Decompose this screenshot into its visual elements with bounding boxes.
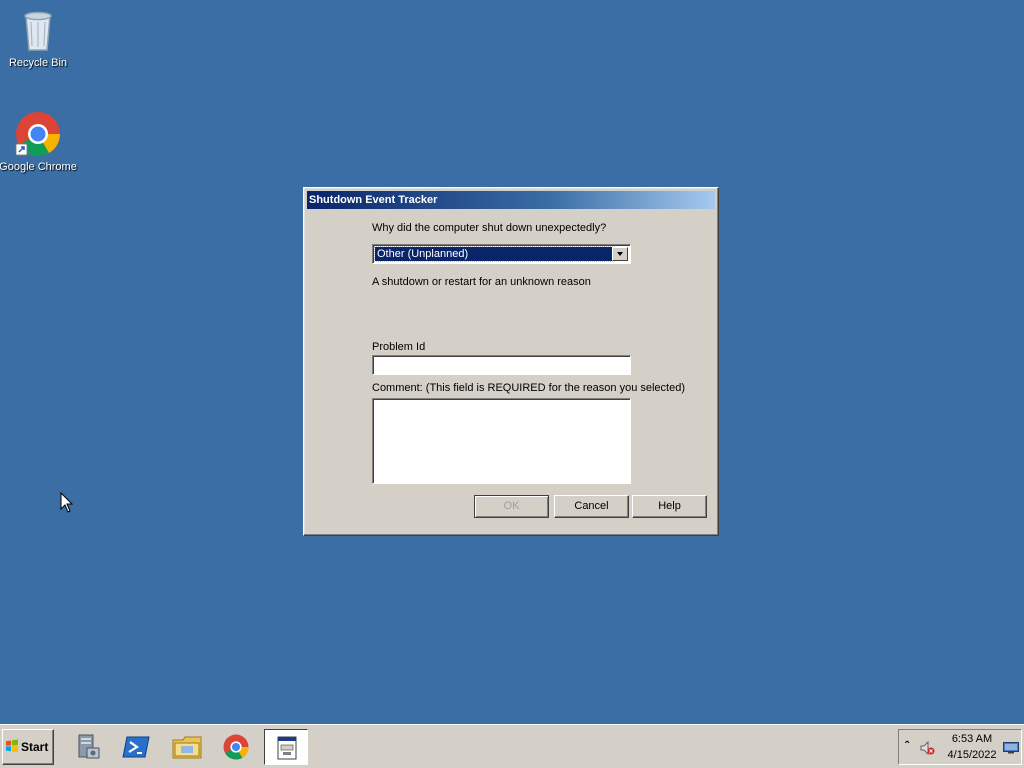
dialog-title: Shutdown Event Tracker	[307, 191, 715, 209]
comment-textarea[interactable]	[372, 398, 631, 484]
comment-label: Comment: (This field is REQUIRED for the…	[372, 382, 686, 394]
chevron-down-icon[interactable]	[612, 247, 628, 261]
shutdown-question: Why did the computer shut down unexpecte…	[372, 222, 607, 234]
recycle-bin-icon	[24, 11, 52, 51]
system-tray: ⌃ 6:53 AM 4/15/2022	[898, 729, 1022, 765]
chrome-icon	[223, 734, 249, 760]
taskbar: Start ⌃ 6:53 AM 4/15/2022	[0, 724, 1024, 768]
server-manager-icon	[78, 734, 100, 759]
cancel-button[interactable]: Cancel	[554, 495, 629, 518]
recycle-bin-label: Recycle Bin	[8, 57, 68, 69]
problem-id-label: Problem Id	[372, 341, 426, 353]
tray-clock-date[interactable]: 4/15/2022	[943, 749, 1001, 761]
file-explorer-icon	[172, 736, 202, 759]
chrome-shortcut[interactable]: Google Chrome	[0, 110, 78, 173]
shutdown-event-tracker-dialog: Shutdown Event Tracker Why did the compu…	[303, 187, 719, 536]
taskbar-powershell[interactable]	[115, 729, 159, 765]
desktop[interactable]: Recycle Bin Google Chrome Shutdown Event…	[0, 0, 1024, 724]
windows-logo-icon	[6, 739, 18, 753]
volume-muted-icon[interactable]	[919, 740, 935, 756]
taskbar-file-explorer[interactable]	[165, 729, 209, 765]
chrome-icon	[15, 112, 60, 156]
ok-button[interactable]: OK	[474, 495, 549, 518]
start-button[interactable]: Start	[2, 729, 54, 765]
chrome-label: Google Chrome	[0, 161, 77, 173]
problem-id-input[interactable]	[372, 355, 631, 375]
reason-selected-value: Other (Unplanned)	[374, 246, 613, 262]
recycle-bin-shortcut[interactable]: Recycle Bin	[0, 6, 78, 69]
tray-clock-time[interactable]: 6:53 AM	[947, 733, 997, 745]
taskbar-chrome[interactable]	[214, 729, 258, 765]
powershell-icon	[122, 736, 150, 758]
start-label: Start	[21, 740, 49, 754]
help-button[interactable]: Help	[632, 495, 707, 518]
taskbar-server-manager[interactable]	[65, 729, 109, 765]
reason-dropdown[interactable]: Other (Unplanned)	[372, 244, 631, 264]
shutdown-tracker-icon	[277, 736, 297, 760]
mouse-pointer-icon	[60, 492, 74, 513]
taskbar-shutdown-tracker[interactable]	[264, 729, 308, 765]
tray-expand-icon[interactable]: ⌃	[903, 740, 911, 751]
reason-description: A shutdown or restart for an unknown rea…	[372, 276, 591, 288]
show-desktop-icon[interactable]	[1003, 742, 1019, 754]
